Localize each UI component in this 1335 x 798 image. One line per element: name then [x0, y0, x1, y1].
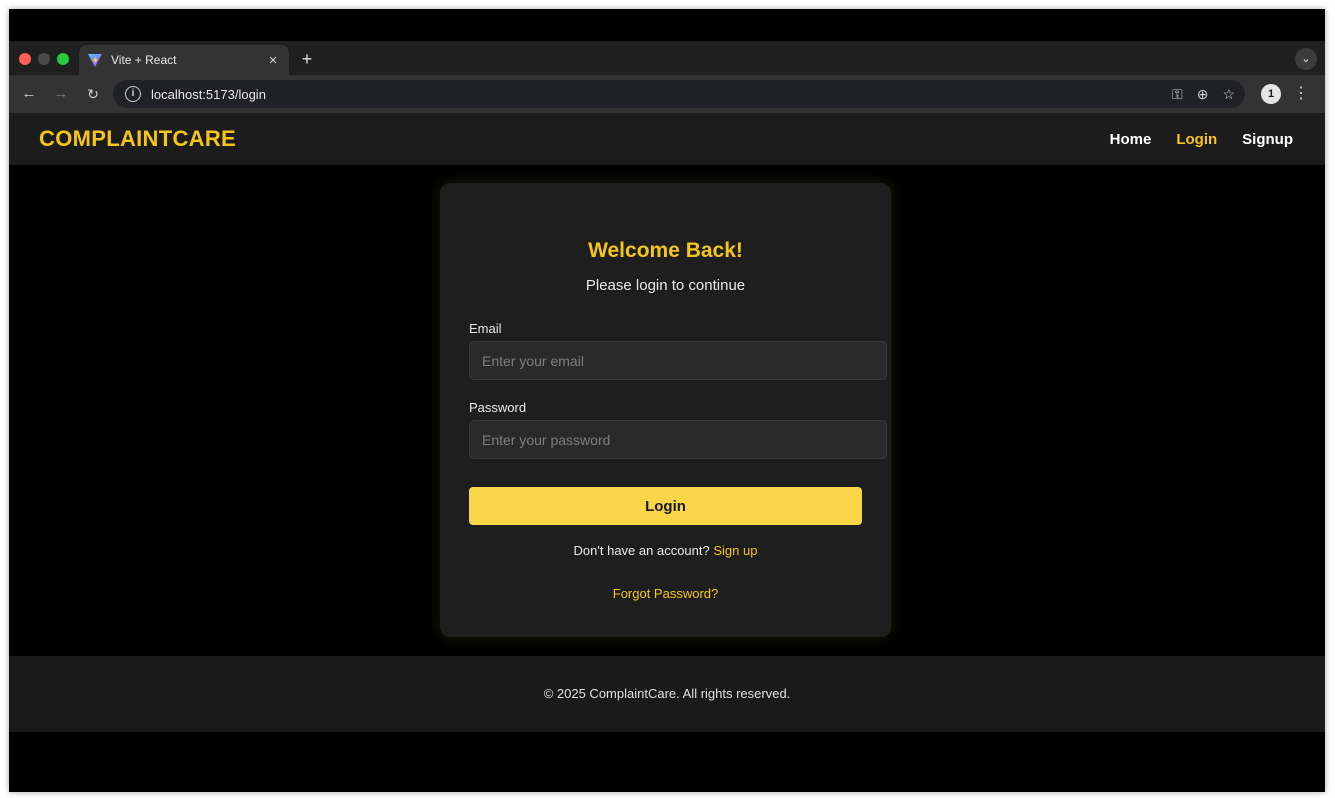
signup-prompt-text: Don't have an account?: [573, 543, 710, 558]
close-window-button[interactable]: [19, 53, 31, 65]
nav-link-login[interactable]: Login: [1176, 131, 1217, 148]
app-navbar: COMPLAINTCARE Home Login Signup: [9, 113, 1325, 165]
login-card: Welcome Back! Please login to continue E…: [440, 183, 891, 637]
menu-dots-icon[interactable]: ⋮: [1293, 84, 1309, 104]
password-key-icon[interactable]: ⚿: [1172, 86, 1183, 103]
nav-links: Home Login Signup: [1110, 131, 1293, 148]
vite-logo-icon: [88, 54, 102, 67]
site-info-icon[interactable]: i: [125, 86, 141, 102]
minimize-window-button[interactable]: [38, 53, 50, 65]
bookmark-star-icon[interactable]: ☆: [1222, 86, 1235, 103]
maximize-window-button[interactable]: [57, 53, 69, 65]
email-field[interactable]: [469, 341, 887, 380]
address-bar[interactable]: i localhost:5173/login ⚿ ⊕ ☆: [113, 80, 1245, 108]
email-label: Email: [469, 321, 502, 336]
forward-arrow-icon[interactable]: →: [51, 84, 71, 104]
forgot-password-link[interactable]: Forgot Password?: [440, 586, 891, 601]
signup-prompt-line: Don't have an account? Sign up: [440, 543, 891, 558]
footer-copyright: © 2025 ComplaintCare. All rights reserve…: [543, 686, 791, 701]
login-button[interactable]: Login: [469, 487, 862, 525]
brand-logo[interactable]: COMPLAINTCARE: [39, 126, 236, 152]
new-tab-button[interactable]: +: [296, 48, 318, 70]
browser-tab[interactable]: Vite + React ×: [79, 45, 289, 75]
close-tab-icon[interactable]: ×: [265, 52, 281, 69]
password-label: Password: [469, 400, 527, 415]
back-arrow-icon[interactable]: ←: [19, 84, 39, 104]
browser-toolbar: ← → ↻ i localhost:5173/login ⚿ ⊕ ☆ 1 ⋮: [9, 75, 1325, 113]
nav-link-signup[interactable]: Signup: [1242, 131, 1293, 148]
tab-strip: Vite + React × + ⌄: [9, 41, 1325, 75]
address-bar-actions: ⚿ ⊕ ☆: [1172, 80, 1235, 108]
login-title: Welcome Back!: [588, 239, 743, 262]
reload-icon[interactable]: ↻: [83, 84, 103, 104]
page-footer: © 2025 ComplaintCare. All rights reserve…: [9, 656, 1325, 732]
tab-title: Vite + React: [111, 53, 177, 67]
address-url[interactable]: localhost:5173/login: [151, 87, 266, 102]
tab-search-button[interactable]: ⌄: [1295, 48, 1317, 70]
login-subtitle: Please login to continue: [585, 277, 746, 294]
profile-avatar[interactable]: 1: [1261, 84, 1281, 104]
nav-link-home[interactable]: Home: [1110, 131, 1152, 148]
zoom-icon[interactable]: ⊕: [1197, 86, 1209, 103]
signup-link[interactable]: Sign up: [713, 543, 757, 558]
password-field[interactable]: [469, 420, 887, 459]
browser-window: Vite + React × + ⌄ ← → ↻ i localhost:517…: [9, 9, 1325, 792]
